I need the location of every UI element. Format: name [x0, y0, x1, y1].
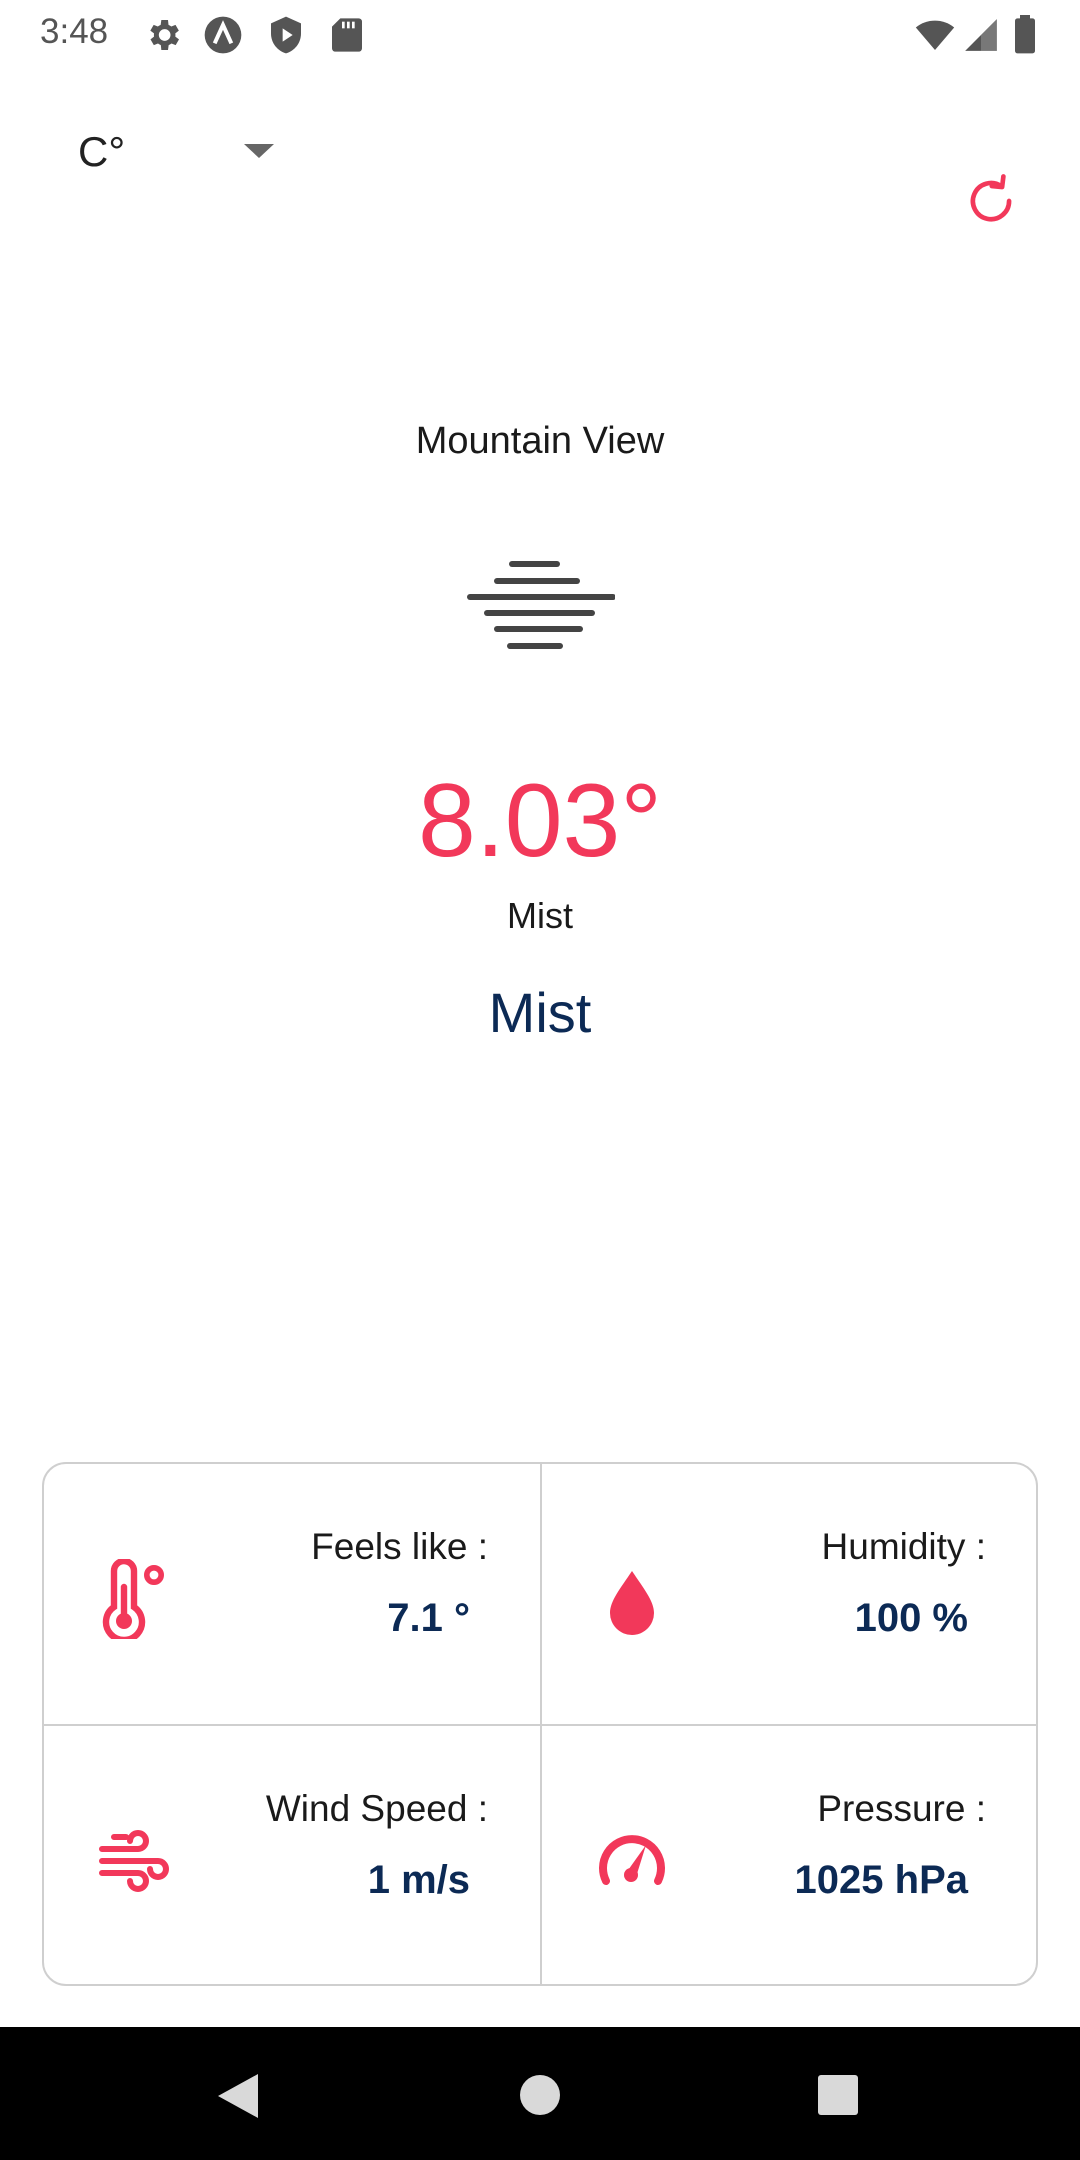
- humidity-label: Humidity :: [821, 1526, 986, 1567]
- temperature: 8.03°: [417, 763, 662, 879]
- unit-selector-value: C°: [78, 128, 126, 175]
- recents-button[interactable]: [818, 2075, 858, 2115]
- pressure-value: 1025 hPa: [794, 1858, 968, 1902]
- app-a-icon: [204, 16, 242, 54]
- back-button[interactable]: [218, 2074, 258, 2118]
- chevron-down-icon: [244, 144, 274, 158]
- wind-icon: [99, 1830, 169, 1892]
- gauge-icon: [599, 1835, 665, 1885]
- details-card: Feels like : 7.1 ° Humidity : 100 % Wind…: [42, 1462, 1038, 1986]
- wind-speed-value: 1 m/s: [367, 1858, 470, 1902]
- water-drop-icon: [610, 1571, 654, 1635]
- feels-like-value: 7.1 °: [387, 1596, 470, 1640]
- sd-card-icon: [332, 18, 362, 52]
- home-button[interactable]: [520, 2075, 560, 2115]
- settings-icon: [150, 20, 179, 50]
- thermometer-icon: [102, 1559, 164, 1639]
- navigation-bar: [0, 2027, 1080, 2160]
- pressure-cell: Pressure : 1025 hPa: [542, 1726, 1036, 1984]
- play-protect-icon: [271, 16, 301, 54]
- feels-like-label: Feels like :: [311, 1526, 488, 1567]
- wind-speed-label: Wind Speed :: [265, 1788, 488, 1829]
- wind-speed-cell: Wind Speed : 1 m/s: [44, 1726, 540, 1984]
- feels-like-cell: Feels like : 7.1 °: [44, 1464, 540, 1724]
- cell-signal-icon: [965, 19, 997, 51]
- weather-description: Mist: [507, 895, 573, 936]
- unit-selector[interactable]: C°: [60, 118, 300, 190]
- status-bar: 3:48: [0, 0, 1080, 66]
- humidity-cell: Humidity : 100 %: [542, 1464, 1036, 1724]
- battery-icon: [1015, 15, 1035, 54]
- humidity-value: 100 %: [854, 1596, 968, 1640]
- city-name: Mountain View: [415, 420, 665, 462]
- refresh-icon[interactable]: [960, 170, 1022, 232]
- wifi-icon: [915, 20, 955, 50]
- weather-condition: Mist: [488, 981, 592, 1044]
- status-time: 3:48: [40, 12, 109, 51]
- pressure-label: Pressure :: [817, 1788, 986, 1829]
- mist-icon: [467, 561, 615, 649]
